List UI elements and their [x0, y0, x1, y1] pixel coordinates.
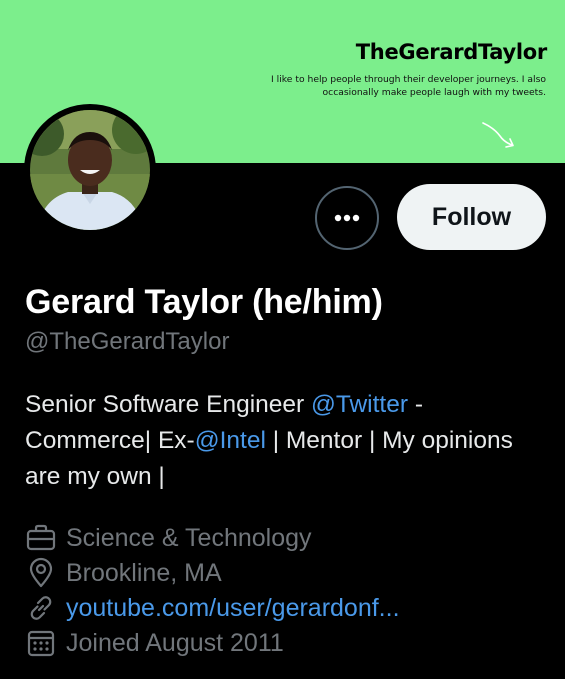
profile-photo — [30, 110, 150, 230]
mention-link-intel[interactable]: @Intel — [195, 427, 266, 454]
curved-arrow-icon — [482, 122, 514, 148]
display-name: Gerard Taylor (he/him) — [25, 283, 383, 321]
location-text: Brookline, MA — [66, 558, 222, 587]
banner-tagline: I like to help people through their deve… — [246, 73, 546, 99]
location-pin-icon — [29, 557, 53, 588]
banner-tagline-line-1: I like to help people through their deve… — [271, 74, 546, 85]
briefcase-icon — [26, 524, 56, 551]
website-link[interactable]: youtube.com/user/gerardonf... — [66, 594, 400, 623]
banner-title: TheGerardTaylor — [355, 40, 548, 64]
calendar-icon — [27, 630, 55, 657]
meta-category: Science & Technology — [25, 521, 312, 555]
more-options-button[interactable] — [315, 186, 379, 250]
profile-bio: Senior Software Engineer @Twitter - Comm… — [25, 387, 555, 495]
meta-website[interactable]: youtube.com/user/gerardonf... — [25, 591, 400, 625]
ellipsis-icon — [334, 214, 360, 222]
meta-joined: Joined August 2011 — [25, 626, 284, 660]
link-icon — [30, 596, 52, 620]
bio-text: Senior Software Engineer — [25, 391, 311, 418]
profile-handle: @TheGerardTaylor — [25, 328, 230, 355]
avatar[interactable] — [24, 104, 156, 236]
follow-button[interactable]: Follow — [397, 184, 546, 250]
joined-text: Joined August 2011 — [66, 628, 284, 657]
mention-link-twitter[interactable]: @Twitter — [311, 391, 408, 418]
meta-location: Brookline, MA — [25, 556, 222, 590]
category-text: Science & Technology — [66, 523, 312, 552]
banner-tagline-line-2: occasionally make people laugh with my t… — [322, 87, 546, 98]
